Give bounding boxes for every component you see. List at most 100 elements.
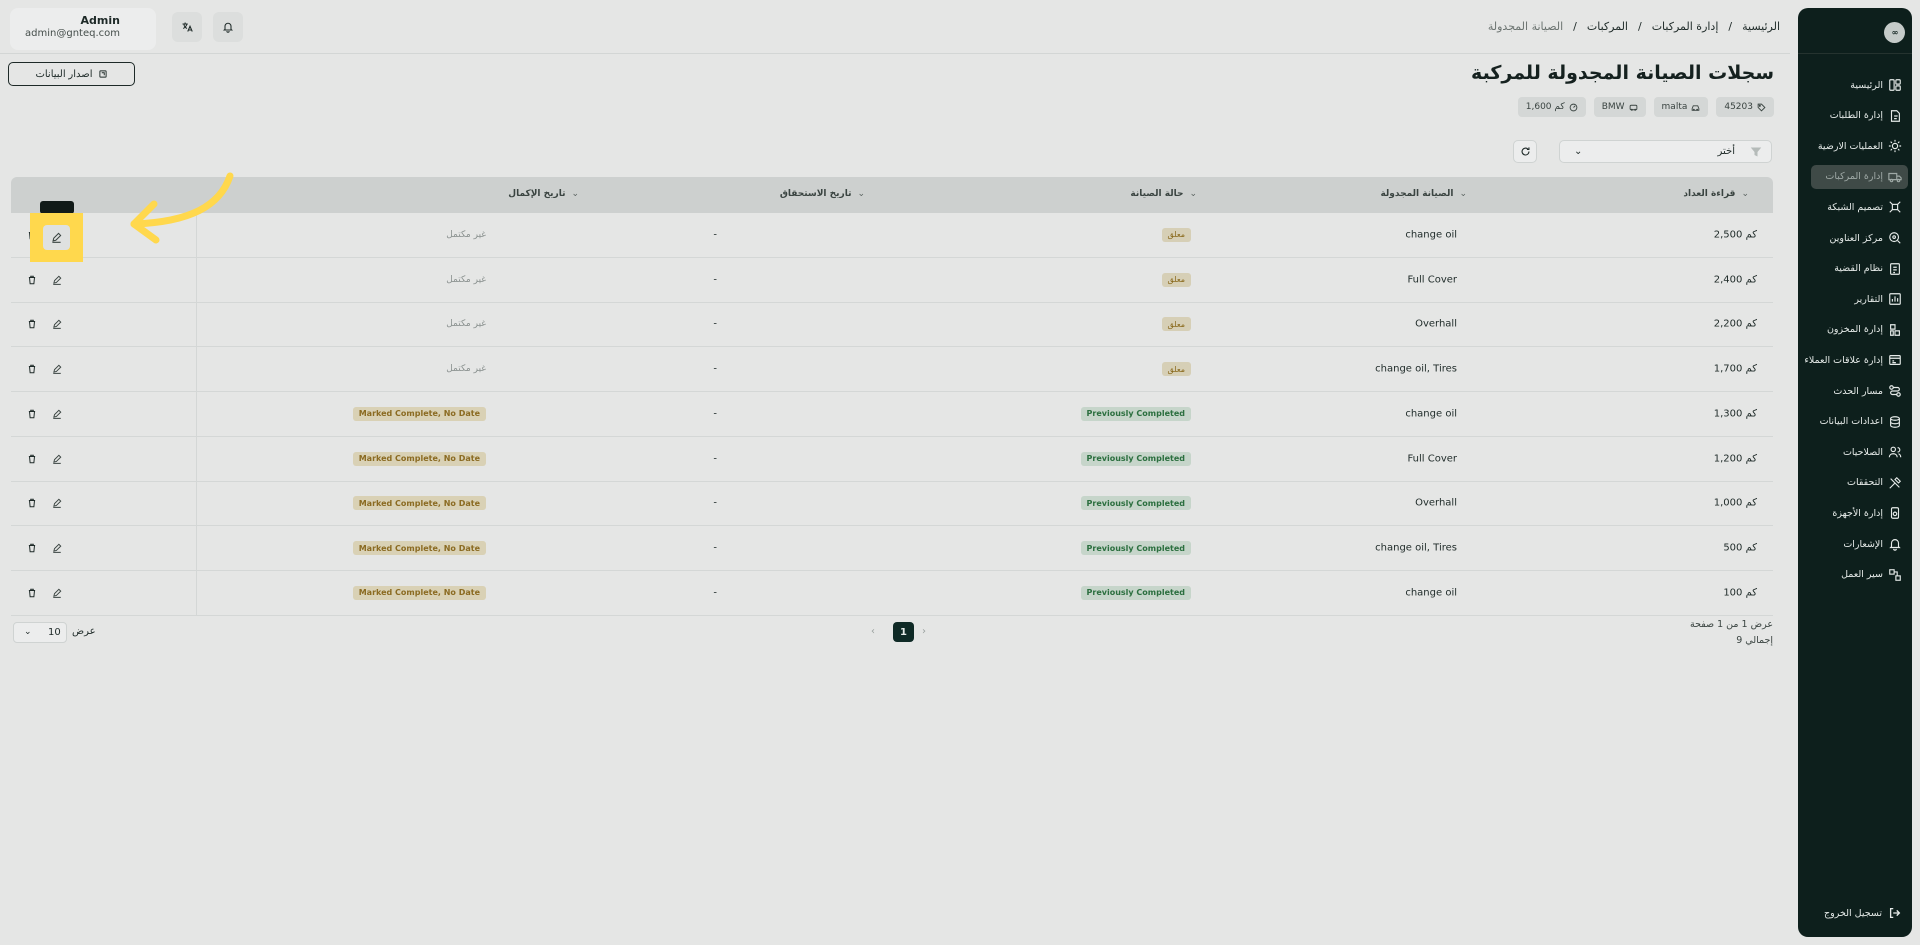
trash-icon	[27, 409, 37, 419]
edit-button[interactable]	[49, 316, 65, 332]
delete-button[interactable]	[24, 361, 40, 377]
sidebar-item-label: نظام القضية	[1834, 263, 1883, 275]
pointer-arrow-icon	[130, 172, 234, 244]
translate-icon	[182, 22, 193, 32]
sidebar-item-case[interactable]: نظام القضية	[1811, 257, 1908, 281]
sidebar-item-inventory[interactable]: إدارة المخزون	[1811, 318, 1908, 342]
delete-button[interactable]	[24, 495, 40, 511]
odometer-reading: 500 كم	[1723, 542, 1757, 554]
col-reading-label: قراءة العداد	[1683, 189, 1736, 199]
pencil-icon	[52, 275, 62, 285]
sidebar-item-device[interactable]: إدارة الأجهزة	[1811, 501, 1908, 525]
page-button-current[interactable]: 1	[893, 622, 914, 642]
pencil-icon	[52, 364, 62, 374]
chip-brand: BMW	[1593, 97, 1646, 117]
address-icon	[1888, 231, 1902, 245]
delete-button[interactable]	[24, 272, 40, 288]
sidebar-item-label: التحققات	[1847, 477, 1883, 489]
breadcrumb-vehicles[interactable]: المركبات	[1587, 20, 1628, 33]
col-completion[interactable]: تاريخ الإكمال ⌄	[508, 189, 585, 199]
completion-badge: Marked Complete, No Date	[352, 541, 486, 556]
device-icon	[1888, 506, 1902, 520]
col-status[interactable]: حالة الصيانة ⌄	[1130, 189, 1203, 199]
completion-badge: Marked Complete, No Date	[352, 406, 486, 421]
col-due[interactable]: تاريخ الاستحقاق ⌄	[780, 189, 871, 199]
odometer-reading: 2,400 كم	[1713, 274, 1757, 286]
users-icon	[1888, 445, 1902, 459]
edit-button[interactable]	[49, 272, 65, 288]
sidebar-item-label: التقارير	[1854, 293, 1883, 305]
sidebar-item-label: إدارة الطلبات	[1829, 110, 1883, 122]
refresh-button[interactable]	[1513, 140, 1537, 163]
pencil-icon	[52, 232, 62, 243]
sidebar-item-tools[interactable]: التحققات	[1811, 471, 1908, 495]
sidebar-item-label: إدارة المركبات	[1825, 171, 1883, 183]
language-button[interactable]	[172, 12, 202, 42]
sidebar-item-network[interactable]: تصميم الشبكة	[1811, 195, 1908, 219]
delete-button[interactable]	[24, 540, 40, 556]
delete-button[interactable]	[24, 316, 40, 332]
col-reading[interactable]: قراءة العداد ⌄	[1683, 189, 1755, 199]
delete-button[interactable]	[24, 585, 40, 601]
gauge-icon	[1569, 103, 1578, 111]
chip-odometer: 1,600 كم	[1517, 97, 1586, 117]
app-logo[interactable]: ∞	[1884, 22, 1905, 43]
edit-button[interactable]	[49, 451, 65, 467]
sidebar-item-label: الإشعارات	[1843, 538, 1883, 550]
maintenance-name: Overhall	[1415, 318, 1457, 330]
prev-page-icon[interactable]: ‹	[871, 626, 875, 637]
sidebar-item-bell[interactable]: الإشعارات	[1811, 532, 1908, 556]
trash-icon	[27, 498, 37, 508]
delete-button[interactable]	[24, 406, 40, 422]
due-date: -	[713, 497, 717, 509]
edit-button[interactable]	[49, 406, 65, 422]
table-row: 500 كم change oil, Tires Previously Comple…	[11, 526, 1773, 571]
sidebar-item-route[interactable]: مسار الحدث	[1811, 379, 1908, 403]
edit-button[interactable]	[49, 361, 65, 377]
table-row: 2,400 كم Full Cover معلق - غير مكتمل	[11, 257, 1773, 303]
per-page-select[interactable]: 10 ⌄	[13, 622, 67, 643]
edit-button-highlighted[interactable]	[43, 225, 70, 250]
sidebar-item-ground-ops[interactable]: العمليات الارضية	[1811, 134, 1908, 158]
sidebar-item-truck[interactable]: إدارة المركبات	[1811, 164, 1908, 189]
sidebar-item-crm[interactable]: إدارة علاقات العملاء	[1804, 348, 1908, 372]
breadcrumb-home[interactable]: الرئيسية	[1742, 20, 1780, 33]
filter-placeholder: أختر	[1717, 146, 1736, 157]
sidebar-item-address[interactable]: مركز العناوين	[1811, 226, 1908, 250]
top-bar: الرئيسية / إدارة المركبات / المركبات / ا…	[0, 0, 1790, 54]
edit-button[interactable]	[49, 540, 65, 556]
sidebar-item-workflow[interactable]: سير العمل	[1811, 563, 1908, 587]
user-email: admin@gnteq.com	[25, 28, 120, 39]
trash-icon	[27, 364, 37, 374]
user-name: Admin	[80, 14, 120, 27]
logout-button[interactable]: تسجيل الخروج	[1811, 901, 1908, 925]
logout-icon	[1888, 906, 1902, 920]
pencil-icon	[52, 409, 62, 419]
maintenance-name: Overhall	[1415, 497, 1457, 509]
sidebar-item-reports[interactable]: التقارير	[1811, 287, 1908, 311]
next-page-icon[interactable]: ›	[922, 626, 926, 637]
column-divider	[196, 392, 197, 436]
sidebar-item-users[interactable]: الصلاحيات	[1811, 440, 1908, 464]
user-menu[interactable]: Admin admin@gnteq.com	[10, 8, 156, 50]
car-icon	[1692, 104, 1700, 111]
due-date: -	[713, 408, 717, 420]
sidebar-item-orders[interactable]: إدارة الطلبات	[1811, 104, 1908, 128]
filter-select[interactable]: أختر ⌄	[1559, 140, 1772, 163]
col-maintenance[interactable]: الصيانة المجدولة ⌄	[1380, 189, 1473, 199]
pagination-info: عرض 1 من 1 صفحة إجمالي 9	[1690, 617, 1773, 649]
maintenance-name: change oil, Tires	[1375, 363, 1457, 375]
sidebar-item-home[interactable]: الرئيسية	[1811, 73, 1908, 97]
column-divider	[196, 257, 197, 302]
vehicle-icon	[1629, 104, 1637, 111]
edit-button[interactable]	[49, 585, 65, 601]
odometer-reading: 100 كم	[1723, 587, 1757, 599]
export-button[interactable]: اصدار البيانات	[8, 62, 135, 86]
sidebar-item-database[interactable]: اعدادات البيانات	[1811, 410, 1908, 434]
notifications-button[interactable]	[213, 12, 243, 42]
edit-button[interactable]	[49, 495, 65, 511]
chip-plate-text: 45203	[1724, 102, 1753, 112]
breadcrumb: الرئيسية / إدارة المركبات / المركبات / ا…	[1488, 20, 1780, 33]
delete-button[interactable]	[24, 451, 40, 467]
breadcrumb-fleet[interactable]: إدارة المركبات	[1652, 20, 1719, 33]
